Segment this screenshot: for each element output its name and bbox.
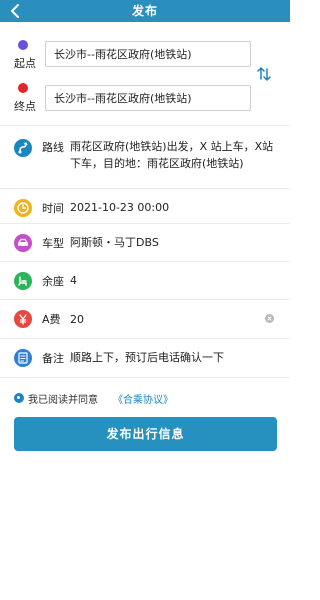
fee-label: A费 [42, 313, 61, 326]
car-model-row[interactable]: 车型 阿斯顿・马丁DBS [0, 223, 290, 261]
time-label: 时间 [42, 202, 64, 215]
page-title: 发布 [131, 4, 158, 18]
clear-icon[interactable] [265, 314, 274, 323]
agreement-text: 我已阅读并同意 [28, 395, 98, 406]
end-dot-icon [18, 83, 28, 93]
fee-input[interactable]: 20 [70, 311, 84, 328]
seats-value: 4 [70, 274, 77, 287]
car-icon [14, 234, 32, 252]
time-row[interactable]: 时间 2021-10-23 00:00 [0, 188, 290, 223]
agreement-radio[interactable] [14, 393, 24, 403]
clock-icon [14, 199, 32, 217]
route-value: 雨花区政府(地铁站)出发，X 站上车，X站下车，目的地：雨花区政府(地铁站) [70, 140, 274, 170]
divider [0, 377, 290, 378]
yuan-icon [14, 310, 32, 328]
address-section: 起点 终点 [0, 22, 290, 125]
start-dot-icon [18, 40, 28, 50]
end-address-input[interactable] [45, 85, 251, 111]
car-model-label: 车型 [42, 237, 64, 250]
swap-icon[interactable] [255, 65, 273, 83]
route-label: 路线 [42, 141, 64, 154]
end-label: 终点 [14, 100, 36, 113]
note-value[interactable]: 顺路上下，预订后电话确认一下 [70, 349, 224, 366]
route-row: 路线 雨花区政府(地铁站)出发，X 站上车，X站下车，目的地：雨花区政府(地铁站… [0, 125, 290, 188]
seat-icon [14, 272, 32, 290]
start-address-input[interactable] [45, 41, 251, 67]
car-model-value: 阿斯顿・马丁DBS [70, 236, 159, 249]
time-value: 2021-10-23 00:00 [70, 201, 170, 214]
seats-label: 余座 [42, 275, 64, 288]
note-row[interactable]: 备注 顺路上下，预订后电话确认一下 [0, 338, 290, 378]
agreement-link[interactable]: 《合乘协议》 [113, 391, 173, 406]
start-label: 起点 [14, 57, 36, 70]
note-label: 备注 [42, 352, 64, 365]
header-bar: 发布 [0, 0, 290, 22]
publish-button[interactable]: 发布出行信息 [14, 417, 277, 451]
fee-row[interactable]: A费 20 [0, 299, 290, 338]
note-icon [14, 349, 32, 367]
route-icon [14, 139, 32, 157]
seats-row[interactable]: 余座 4 [0, 261, 290, 299]
